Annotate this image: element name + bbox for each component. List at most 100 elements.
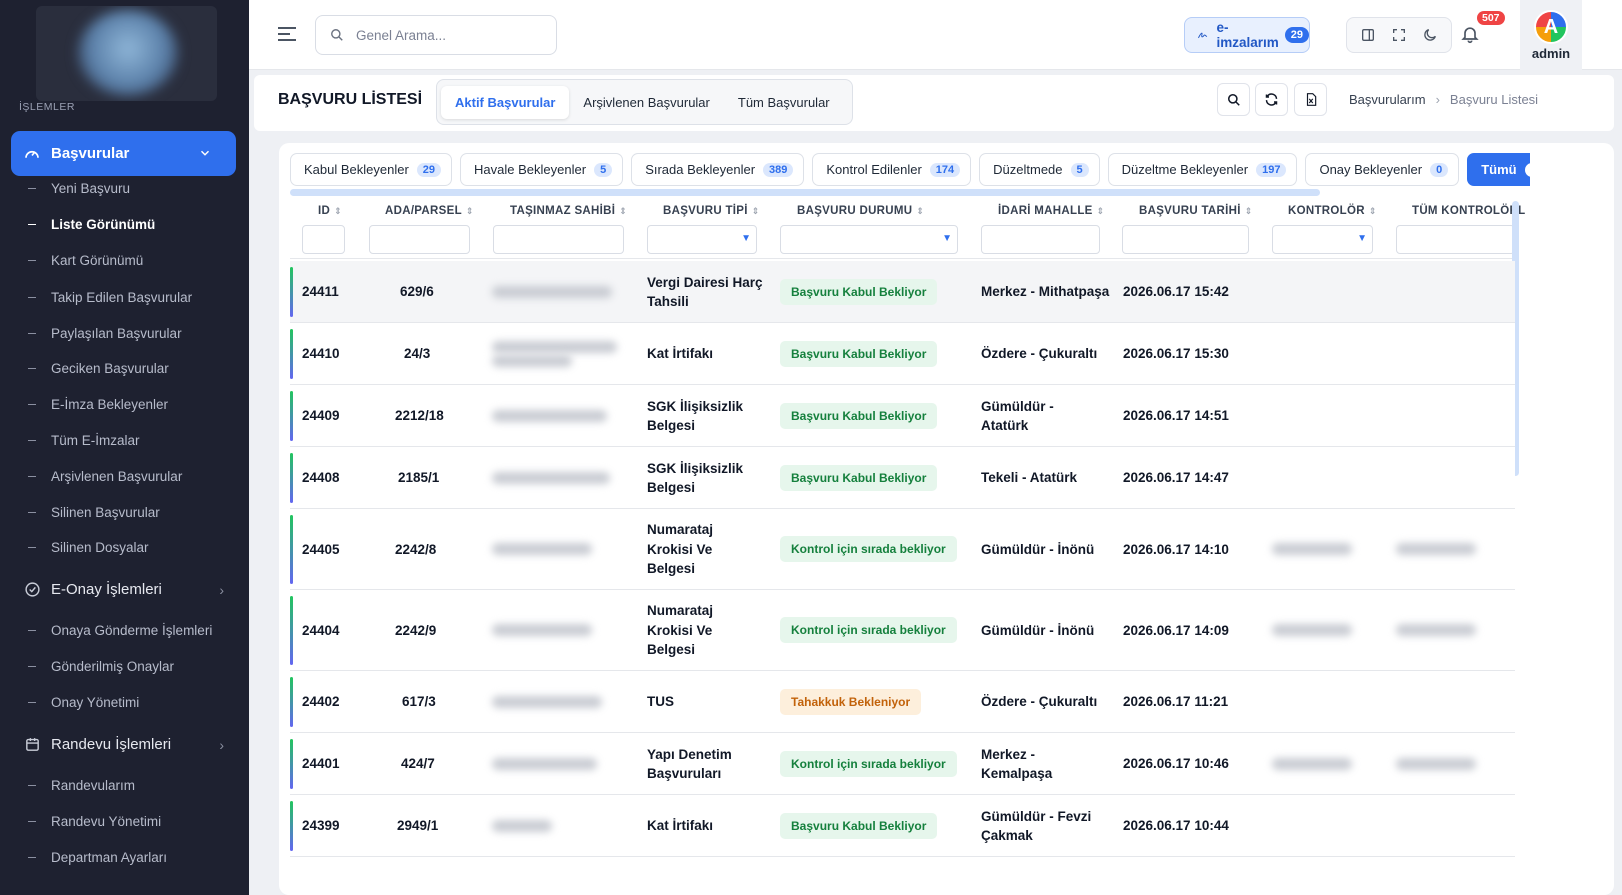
search-button[interactable] (1217, 83, 1250, 116)
sidebar-item-onay-yonetimi[interactable]: Onay Yönetimi (28, 695, 139, 710)
sidebar-item-departman-ayarlari[interactable]: Departman Ayarları (28, 850, 167, 865)
column-title: BAŞVURU TİPİ (663, 205, 748, 217)
breadcrumb-link[interactable]: Başvurularım (1349, 92, 1426, 107)
column-header-basvuru-durumu[interactable]: BAŞVURU DURUMU ⇕ (797, 205, 924, 217)
table-row[interactable]: 24399 2949/1 Kat İrtifakı Başvuru Kabul … (290, 795, 1515, 857)
tab-aktif-basvurular[interactable]: Aktif Başvurular (441, 85, 570, 119)
tab-tum-basvurular[interactable]: Tüm Başvurular (724, 86, 844, 119)
filter-label: Onay Bekleyenler (1319, 162, 1423, 177)
cell-tasinmaz-sahibi-redacted (492, 696, 602, 708)
column-header-idari-mahalle[interactable]: İDARİ MAHALLE ⇕ (998, 205, 1104, 217)
table-row[interactable]: 24411 629/6 Vergi Dairesi Harç Tahsili B… (290, 261, 1515, 323)
column-header-kontrolor[interactable]: KONTROLÖR ⇕ (1288, 205, 1377, 217)
cell-idari-mahalle: Tekeli - Atatürk (981, 470, 1078, 486)
sort-icon: ⇕ (751, 206, 760, 216)
status-badge: Kontrol için sırada bekliyor (780, 751, 957, 777)
column-header-basvuru-tarihi[interactable]: BAŞVURU TARİHİ ⇕ (1139, 205, 1253, 217)
global-search-input[interactable]: Genel Arama... (315, 15, 557, 55)
municipality-logo[interactable] (36, 6, 217, 101)
column-title: ID (318, 205, 331, 217)
sidebar-group-eonay[interactable]: E-Onay İşlemleri › (24, 581, 224, 598)
horizontal-scrollbar[interactable] (290, 189, 1320, 196)
filter-input-id[interactable] (302, 225, 345, 254)
sidebar-item-onaya-gonderme[interactable]: Onaya Gönderme İşlemleri (28, 623, 212, 638)
sidebar-item-silinen-basvurular[interactable]: Silinen Başvurular (28, 505, 160, 520)
sidebar-item-arsivlenen[interactable]: Arşivlenen Başvurular (28, 469, 182, 484)
sidebar-item-yeni-basvuru[interactable]: Yeni Başvuru (28, 181, 130, 196)
table-row[interactable]: 24408 2185/1 SGK İlişiksizlik Belgesi Ba… (290, 447, 1515, 509)
filter-select-basvuru-tipi[interactable]: ▼ (647, 225, 757, 254)
cell-ada-parsel: 617/3 (402, 694, 436, 710)
table-row[interactable]: 24401 424/7 Yapı Denetim Başvuruları Kon… (290, 733, 1515, 795)
sidebar-group-label: E-Onay İşlemleri (51, 581, 162, 598)
sidebar-group-basvurular[interactable]: Başvurular (11, 131, 236, 176)
excel-file-icon (1306, 93, 1316, 106)
sidebar-item-randevu-yonetimi[interactable]: Randevu Yönetimi (28, 814, 161, 829)
filter-input-tasinmaz-sahibi[interactable] (493, 225, 624, 254)
moon-icon[interactable] (1422, 27, 1438, 43)
filter-duzeltme-bekleyenler[interactable]: Düzeltme Bekleyenler 197 (1107, 153, 1298, 186)
sidebar-item-gonderilmis-onaylar[interactable]: Gönderilmiş Onaylar (28, 659, 174, 674)
cell-basvuru-tipi: Vergi Dairesi Harç Tahsili (647, 274, 763, 310)
cell-basvuru-tipi: Numarataj Krokisi Ve Belgesi (647, 603, 714, 658)
tab-arsivlenen-basvurular[interactable]: Arşivlenen Başvurular (569, 86, 723, 119)
filter-input-ada-parsel[interactable] (369, 225, 470, 254)
topbar: Genel Arama... e-imzalarım 29 507 A admi… (249, 0, 1622, 70)
sidebar-item-liste-gorunumu[interactable]: Liste Görünümü (28, 217, 155, 232)
export-excel-button[interactable] (1294, 83, 1327, 116)
sidebar-item-silinen-dosyalar[interactable]: Silinen Dosyalar (28, 540, 149, 555)
cell-tum-kontrolorler-redacted (1396, 624, 1476, 636)
sidebar-item-eimza-bekleyenler[interactable]: E-İmza Bekleyenler (28, 397, 168, 412)
eimza-button[interactable]: e-imzalarım 29 (1184, 17, 1310, 53)
column-header-basvuru-tipi[interactable]: BAŞVURU TİPİ ⇕ (663, 205, 760, 217)
filter-select-kontrolor[interactable]: ▼ (1272, 225, 1373, 254)
table-row[interactable]: 24405 2242/8 Numarataj Krokisi Ve Belges… (290, 509, 1515, 590)
status-badge: Başvuru Kabul Bekliyor (780, 813, 938, 839)
sidebar-item-label: Silinen Dosyalar (51, 540, 149, 555)
cell-ada-parsel: 2949/1 (397, 818, 439, 834)
sidebar-item-takip-edilen[interactable]: Takip Edilen Başvurular (28, 290, 192, 305)
sidebar-group-label: Başvurular (51, 145, 130, 162)
column-header-ada-parsel[interactable]: ADA/PARSEL ⇕ (385, 205, 474, 217)
filter-onay-bekleyenler[interactable]: Onay Bekleyenler 0 (1305, 153, 1460, 186)
filter-tumu[interactable]: Tümü 8014 (1467, 153, 1530, 186)
cell-id: 24404 (302, 622, 340, 638)
table-row[interactable]: 24410 24/3 Kat İrtifakı Başvuru Kabul Be… (290, 323, 1515, 385)
filter-count: 0 (1430, 162, 1449, 177)
cell-ada-parsel: 424/7 (401, 756, 435, 772)
filter-input-tum-kontrolorler[interactable] (1396, 225, 1515, 254)
sidebar-item-paylasilan[interactable]: Paylaşılan Başvurular (28, 326, 182, 341)
filter-kontrol-edilenler[interactable]: Kontrol Edilenler 174 (812, 153, 972, 186)
refresh-button[interactable] (1255, 83, 1288, 116)
filter-sirada-bekleyenler[interactable]: Sırada Bekleyenler 389 (631, 153, 805, 186)
column-header-tum-kontrolorler[interactable]: TÜM KONTROLÖRL (1412, 205, 1525, 217)
table-row[interactable]: 24402 617/3 TUS Tahakkuk Bekleniyor Özde… (290, 671, 1515, 733)
filter-label: Sırada Bekleyenler (645, 162, 756, 177)
sidebar-group-randevu[interactable]: Randevu İşlemleri › (24, 736, 224, 753)
sidebar-item-kart-gorunumu[interactable]: Kart Görünümü (28, 253, 143, 268)
column-header-tasinmaz-sahibi[interactable]: TAŞINMAZ SAHİBİ ⇕ (510, 205, 627, 217)
column-title: ADA/PARSEL (385, 205, 462, 217)
bell-icon[interactable] (1460, 24, 1480, 49)
refresh-icon (1265, 93, 1278, 106)
sidebar-toggle-icon[interactable] (1360, 27, 1376, 43)
sidebar-item-geciken[interactable]: Geciken Başvurular (28, 361, 169, 376)
column-header-id[interactable]: ID ⇕ (318, 205, 342, 217)
cell-basvuru-tipi: TUS (647, 694, 674, 710)
table-row[interactable]: 24404 2242/9 Numarataj Krokisi Ve Belges… (290, 590, 1515, 671)
filter-count: 174 (929, 162, 961, 177)
table-row[interactable]: 24409 2212/18 SGK İlişiksizlik Belgesi B… (290, 385, 1515, 447)
filter-input-basvuru-tarihi[interactable] (1122, 225, 1249, 254)
filter-kabul-bekleyenler[interactable]: Kabul Bekleyenler 29 (290, 153, 453, 186)
sidebar-item-tum-eimzalar[interactable]: Tüm E-İmzalar (28, 433, 140, 448)
filter-select-basvuru-durumu[interactable]: ▼ (780, 225, 958, 254)
hamburger-menu-icon[interactable] (277, 26, 297, 47)
cell-tasinmaz-sahibi-redacted (492, 758, 597, 770)
filter-havale-bekleyenler[interactable]: Havale Bekleyenler 5 (460, 153, 624, 186)
fullscreen-icon[interactable] (1391, 27, 1407, 43)
filter-input-idari-mahalle[interactable] (981, 225, 1100, 254)
user-menu[interactable]: A admin (1520, 0, 1582, 70)
sidebar-item-randevularim[interactable]: Randevularım (28, 778, 135, 793)
sidebar-item-label: Arşivlenen Başvurular (51, 469, 183, 484)
filter-duzeltmede[interactable]: Düzeltmede 5 (979, 153, 1100, 186)
